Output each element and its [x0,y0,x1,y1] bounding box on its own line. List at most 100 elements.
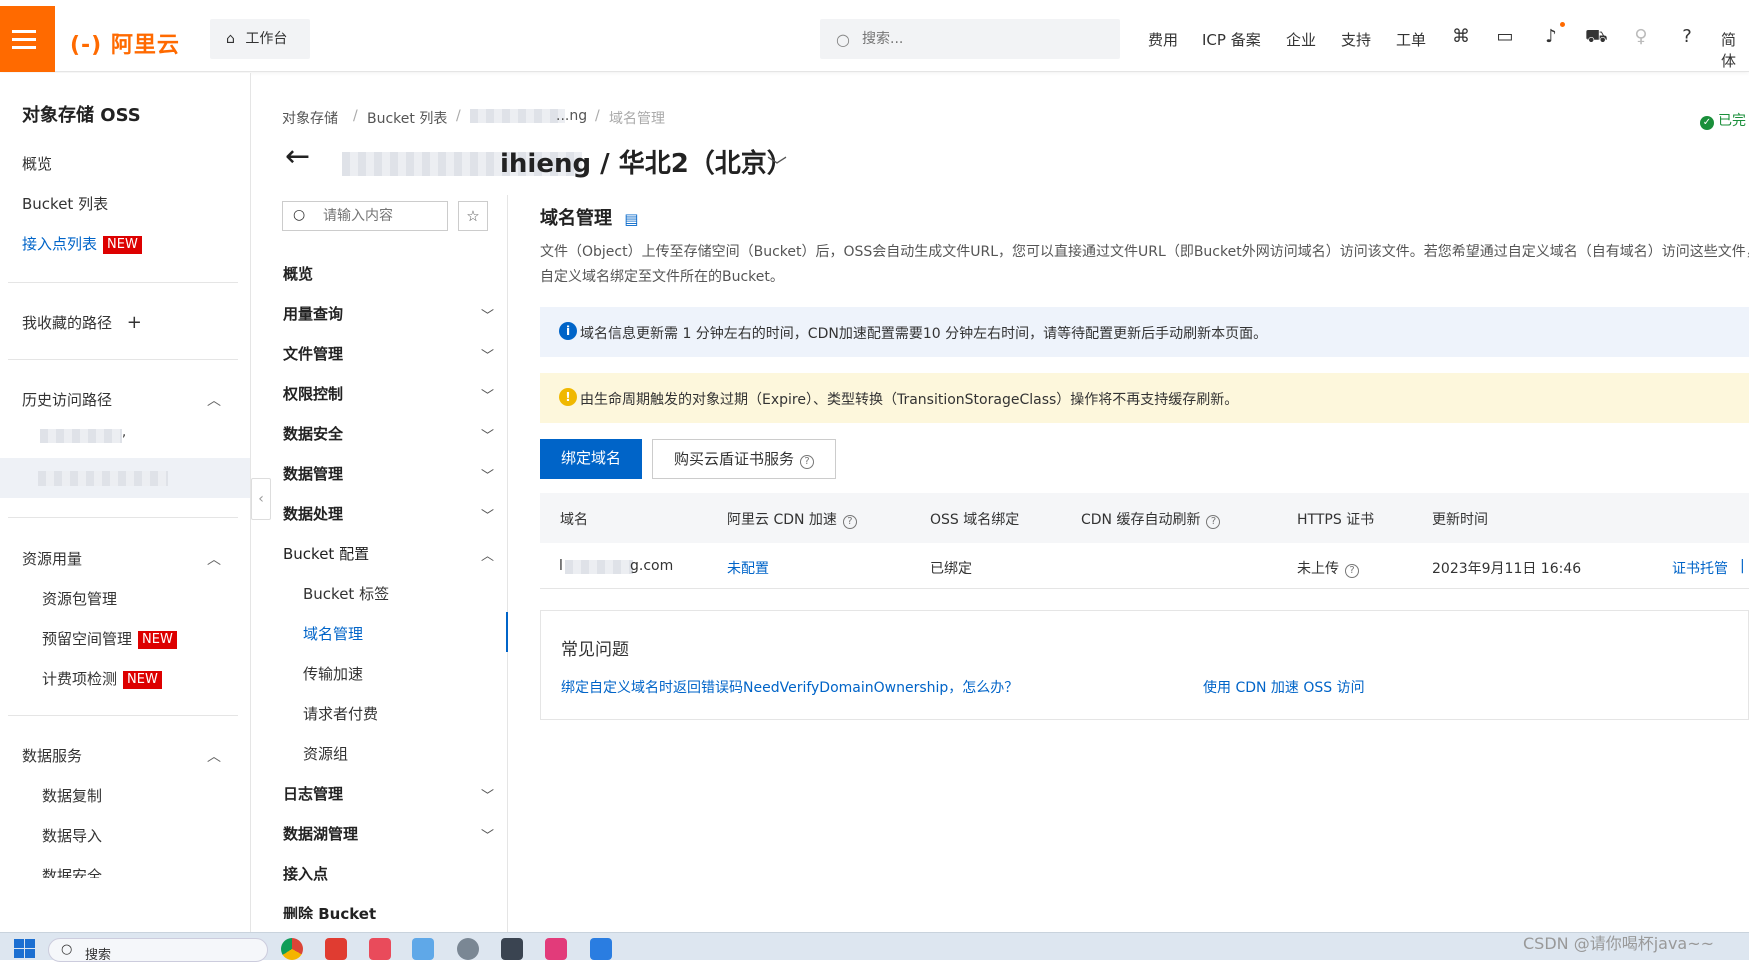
nav-sub-resource-group[interactable]: 资源组 [303,743,348,764]
help-icon[interactable]: ? [842,515,857,529]
workbench-button[interactable]: ⌂ 工作台 [210,19,310,59]
nav-item-delete-bucket[interactable]: 删除 Bucket [283,903,376,919]
sidebar-item-overview[interactable]: 概览 [22,153,52,174]
chevron-down-icon[interactable]: ﹀ [481,505,494,524]
star-icon[interactable]: ☆ [458,201,488,231]
chevron-up-icon[interactable]: ︿ [207,549,221,569]
nav-item-data-processing[interactable]: 数据处理 [283,503,343,524]
sidebar-item-billing-check[interactable]: 计费项检测 NEW [42,668,162,689]
nav-sub-domain-management[interactable]: 域名管理 [303,623,363,644]
description-cont: 自定义域名绑定至文件所在的Bucket。 [540,269,784,285]
nav-search[interactable]: ○ [282,201,448,231]
warning-alert: ! 由生命周期触发的对象过期（Expire）、类型转换（TransitionSt… [540,373,1749,423]
nav-ticket[interactable]: 工单 [1396,29,1426,50]
nav-item-access-point[interactable]: 接入点 [283,863,328,884]
code-icon[interactable]: ⌘ [1450,26,1472,47]
nav-sub-transfer-acceleration[interactable]: 传输加速 [303,663,363,684]
nav-fees[interactable]: 费用 [1148,29,1178,50]
app-icon[interactable] [590,938,612,960]
redacted-path[interactable] [40,429,122,443]
search-icon: ○ [836,30,850,49]
sidebar-item-access-points[interactable]: 接入点列表 NEW [22,233,142,254]
taskbar-search[interactable]: ○ 搜索 [48,938,268,963]
chevron-down-icon[interactable]: ﹀ [481,385,494,404]
nav-item-logs[interactable]: 日志管理 [283,783,343,804]
nav-item-bucket-config[interactable]: Bucket 配置 [283,543,369,564]
chevron-down-icon[interactable]: ﹀ [481,425,494,444]
chevron-down-icon[interactable]: ﹀ [481,345,494,364]
app-icon[interactable] [369,938,391,960]
help-icon[interactable]: ? [1206,515,1221,529]
sidebar-item-data-import[interactable]: 数据导入 [42,825,102,846]
nav-support[interactable]: 支持 [1341,29,1371,50]
sidebar-item-data-replication[interactable]: 数据复制 [42,785,102,806]
nav-item-files[interactable]: 文件管理 [283,343,343,364]
home-icon: ⌂ [226,31,235,47]
chevron-down-icon[interactable]: ﹀ [767,150,787,179]
chevron-down-icon[interactable]: ﹀ [481,465,494,484]
sidebar-item-data-security[interactable]: 数据安全 [42,865,102,878]
info-alert: i 域名信息更新需 1 分钟左右的时间，CDN加速配置需要10 分钟左右时间，请… [540,307,1749,357]
chevron-down-icon[interactable]: ﹀ [481,785,494,804]
chevron-down-icon[interactable]: ﹀ [481,825,494,844]
settings-icon[interactable] [457,938,479,960]
nav-sub-bucket-tags[interactable]: Bucket 标签 [303,583,389,604]
table-row[interactable]: l g.com 未配置 已绑定 未上传? 2023年9月11日 16:46 证书… [540,543,1749,589]
doc-icon[interactable]: ▤ [624,210,638,228]
lightbulb-icon[interactable]: ♀ [1630,26,1652,47]
chevron-up-icon[interactable]: ︿ [207,390,221,410]
app-icon[interactable] [501,938,523,960]
nav-item-usage[interactable]: 用量查询 [283,303,343,324]
nav-item-data-management[interactable]: 数据管理 [283,463,343,484]
nav-item-data-security[interactable]: 数据安全 [283,423,343,444]
redacted-bucket-name [470,109,565,123]
language-switch[interactable]: 简体 [1721,29,1749,71]
wps-icon[interactable] [325,938,347,960]
chevron-up-icon[interactable]: ︿ [481,545,494,564]
cdn-configure-link[interactable]: 未配置 [727,558,769,578]
sidebar-item-bucket-list[interactable]: Bucket 列表 [22,193,108,214]
bind-domain-button[interactable]: 绑定域名 [540,439,642,479]
nav-item-overview[interactable]: 概览 [283,263,313,284]
faq-link-verify-ownership[interactable]: 绑定自定义域名时返回错误码NeedVerifyDomainOwnership，怎… [561,677,1018,697]
buy-certificate-button[interactable]: 购买云盾证书服务? [652,439,836,479]
nav-item-data-lake[interactable]: 数据湖管理 [283,823,358,844]
app-icon[interactable] [412,938,434,960]
terminal-icon[interactable]: ▭ [1494,26,1516,47]
jetbrains-icon[interactable] [545,938,567,960]
nav-item-permissions[interactable]: 权限控制 [283,383,343,404]
global-search[interactable]: ○ [820,19,1120,59]
chrome-icon[interactable] [281,938,303,960]
help-icon[interactable]: ? [800,455,814,469]
chevron-up-icon[interactable]: ︿ [207,746,221,766]
breadcrumb-bucket[interactable]: ...ng [556,108,587,124]
bell-icon[interactable]: ♪ [1540,26,1562,47]
sidebar-item-resource-package[interactable]: 资源包管理 [42,588,117,609]
sidebar-favorites[interactable]: 我收藏的路径 + [22,312,142,333]
breadcrumb-oss[interactable]: 对象存储 [282,108,338,128]
global-search-input[interactable] [862,29,1102,49]
sidebar-resource-usage[interactable]: 资源用量 [22,548,82,569]
history-item-selected[interactable] [0,458,250,498]
bucket-region: ihieng / 华北2（北京） [500,149,793,179]
sidebar-item-reserved-space[interactable]: 预留空间管理 NEW [42,628,177,649]
back-arrow-icon[interactable]: ← [285,142,310,172]
menu-icon[interactable] [0,6,55,72]
cart-icon[interactable]: ⛟ [1585,26,1608,50]
help-icon[interactable]: ? [1345,564,1359,578]
nav-enterprise[interactable]: 企业 [1286,29,1316,50]
cert-hosting-link[interactable]: 证书托管 [1672,558,1728,578]
faq-link-cdn-oss[interactable]: 使用 CDN 加速 OSS 访问 [1203,677,1365,697]
help-icon[interactable]: ? [1676,26,1698,47]
breadcrumb-bucket-list[interactable]: Bucket 列表 [367,108,447,128]
chevron-down-icon[interactable]: ﹀ [481,305,494,324]
aliyun-logo[interactable]: (-) 阿里云 [70,27,180,59]
sidebar-data-services[interactable]: 数据服务 [22,745,82,766]
nav-search-input[interactable] [323,207,443,225]
history-separator: , [122,425,127,440]
nav-icp[interactable]: ICP 备案 [1202,29,1261,50]
plus-icon[interactable]: + [127,312,142,333]
nav-sub-requester-pays[interactable]: 请求者付费 [303,703,378,724]
windows-start-icon[interactable] [14,939,36,959]
sidebar-history[interactable]: 历史访问路径 [22,389,112,410]
